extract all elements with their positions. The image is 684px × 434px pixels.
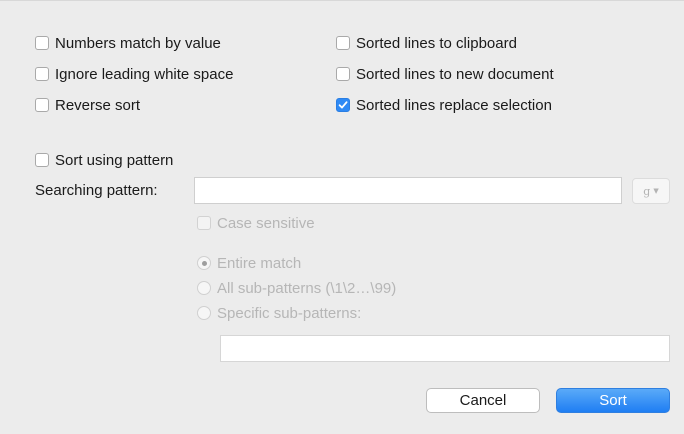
regex-button-label: g bbox=[643, 184, 651, 198]
checkmark-icon bbox=[338, 101, 348, 109]
chevron-down-icon: ▼ bbox=[653, 187, 659, 195]
radio-label: All sub-patterns (\1\2…\99) bbox=[217, 279, 397, 297]
sort-using-pattern-option[interactable]: Sort using pattern bbox=[35, 149, 173, 171]
cancel-button[interactable]: Cancel bbox=[426, 388, 540, 413]
sorted-lines-to-clipboard-option[interactable]: Sorted lines to clipboard bbox=[336, 32, 517, 54]
radio-label: Entire match bbox=[217, 254, 302, 272]
radio-label: Specific sub-patterns: bbox=[217, 304, 362, 322]
radio-button[interactable] bbox=[197, 281, 211, 295]
window-top-border bbox=[0, 0, 684, 1]
option-label: Case sensitive bbox=[217, 214, 315, 232]
radio-button-selected[interactable] bbox=[197, 256, 211, 270]
searching-pattern-input[interactable] bbox=[194, 177, 622, 204]
checkbox[interactable] bbox=[336, 36, 350, 50]
option-label: Sorted lines replace selection bbox=[356, 96, 552, 114]
reverse-sort-option[interactable]: Reverse sort bbox=[35, 94, 140, 116]
checkbox[interactable] bbox=[197, 216, 211, 230]
sorted-lines-to-new-document-option[interactable]: Sorted lines to new document bbox=[336, 63, 554, 85]
option-label: Ignore leading white space bbox=[55, 65, 234, 83]
sort-button[interactable]: Sort bbox=[556, 388, 670, 413]
regex-options-button[interactable]: g ▼ bbox=[632, 178, 670, 204]
case-sensitive-option[interactable]: Case sensitive bbox=[197, 212, 315, 234]
checkbox[interactable] bbox=[35, 98, 49, 112]
checkbox[interactable] bbox=[336, 67, 350, 81]
specific-sub-patterns-input[interactable] bbox=[220, 335, 670, 362]
checkbox[interactable] bbox=[35, 153, 49, 167]
radio-button[interactable] bbox=[197, 306, 211, 320]
specific-sub-patterns-radio[interactable]: Specific sub-patterns: bbox=[197, 302, 361, 324]
option-label: Sort using pattern bbox=[55, 151, 174, 169]
numbers-match-by-value-option[interactable]: Numbers match by value bbox=[35, 32, 221, 54]
option-label: Numbers match by value bbox=[55, 34, 221, 52]
searching-pattern-label: Searching pattern: bbox=[35, 182, 158, 199]
option-label: Sorted lines to clipboard bbox=[356, 34, 517, 52]
all-sub-patterns-radio[interactable]: All sub-patterns (\1\2…\99) bbox=[197, 277, 396, 299]
option-label: Sorted lines to new document bbox=[356, 65, 554, 83]
checkbox[interactable] bbox=[35, 67, 49, 81]
ignore-leading-white-space-option[interactable]: Ignore leading white space bbox=[35, 63, 233, 85]
checkbox[interactable] bbox=[35, 36, 49, 50]
entire-match-radio[interactable]: Entire match bbox=[197, 252, 301, 274]
sorted-lines-replace-selection-option[interactable]: Sorted lines replace selection bbox=[336, 94, 552, 116]
checkbox-checked[interactable] bbox=[336, 98, 350, 112]
radio-dot-icon bbox=[201, 260, 207, 266]
option-label: Reverse sort bbox=[55, 96, 141, 114]
